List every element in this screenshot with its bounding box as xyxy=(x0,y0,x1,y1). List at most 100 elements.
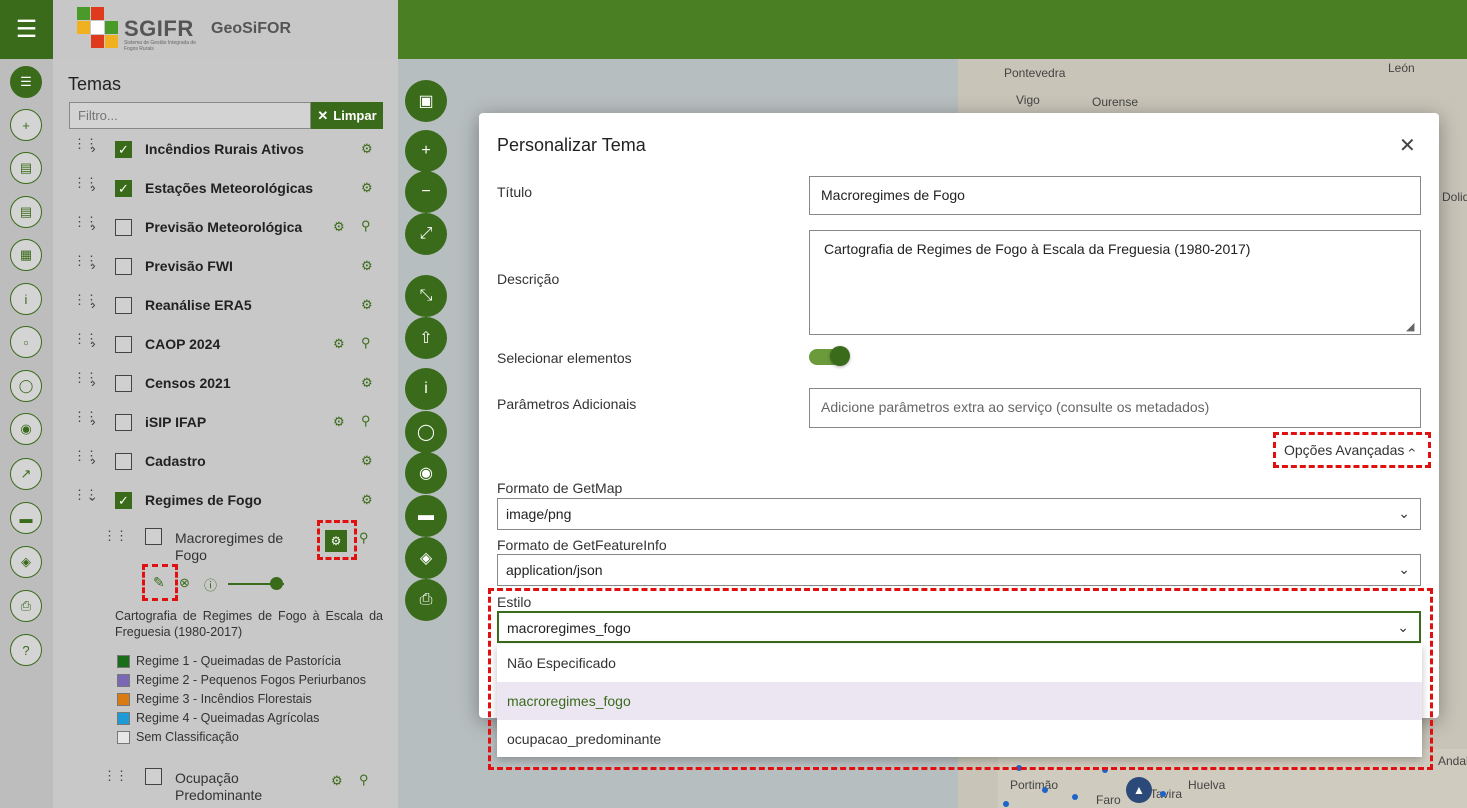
filter-input[interactable] xyxy=(69,102,311,129)
params-input[interactable]: Adicione parâmetros extra ao serviço (co… xyxy=(809,388,1421,428)
layer-row[interactable]: ⋮⋮ › Cadastro ⚙ xyxy=(53,442,398,481)
resize-handle-icon[interactable]: ◢ xyxy=(1406,320,1414,333)
layer-row[interactable]: ⋮⋮ › CAOP 2024 ⚙ ⚲ xyxy=(53,325,398,364)
drag-handle-icon[interactable]: ⋮⋮ xyxy=(73,449,98,462)
gear-icon[interactable]: ⚙ xyxy=(361,297,373,313)
gear-icon[interactable]: ⚙ xyxy=(331,773,343,789)
zoom-out-icon[interactable]: − xyxy=(405,171,447,213)
target-icon[interactable]: ◉ xyxy=(405,452,447,494)
layer-checkbox[interactable]: ✓ xyxy=(115,141,132,158)
layer-checkbox[interactable] xyxy=(115,414,132,431)
layers-list-icon[interactable]: ☰ xyxy=(10,66,42,98)
layer-row[interactable]: ⋮⋮ › ✓ Estações Meteorológicas ⚙ xyxy=(53,169,398,208)
image-icon[interactable]: ▣ xyxy=(405,80,447,122)
search-icon[interactable]: ⚲ xyxy=(361,335,371,351)
search-icon[interactable]: ⚲ xyxy=(359,772,369,788)
zoom-extent-icon[interactable]: ⤢ xyxy=(405,213,447,255)
layer-checkbox[interactable] xyxy=(115,219,132,236)
add-layer-icon[interactable]: + xyxy=(10,109,42,141)
chevron-right-icon[interactable]: › xyxy=(91,296,96,312)
remove-circle-icon[interactable]: ⊗ xyxy=(179,575,190,591)
getfeatureinfo-select[interactable]: application/json ⌄ xyxy=(497,554,1421,586)
chevron-right-icon[interactable]: › xyxy=(91,452,96,468)
layer-row[interactable]: ⋮⋮ › iSIP IFAP ⚙ ⚲ xyxy=(53,403,398,442)
civil-protection-marker-icon[interactable]: ▲ xyxy=(1126,777,1152,803)
chevron-right-icon[interactable]: › xyxy=(91,218,96,234)
gear-icon[interactable]: ⚙ xyxy=(361,180,373,196)
palette-icon[interactable]: ◈ xyxy=(405,537,447,579)
upload-icon[interactable]: ⇧ xyxy=(405,317,447,359)
external-link-icon[interactable]: ↗ xyxy=(10,458,42,490)
sublayer-checkbox[interactable] xyxy=(145,768,162,785)
layer-checkbox[interactable] xyxy=(115,297,132,314)
layer-row[interactable]: ⋮⋮ › ✓ Regimes de Fogo ⚙ xyxy=(53,481,398,520)
palette-icon[interactable]: ◈ xyxy=(10,546,42,578)
print-icon[interactable]: ⎙ xyxy=(10,590,42,622)
getmap-select[interactable]: image/png ⌄ xyxy=(497,498,1421,530)
list-document-icon[interactable]: ▤ xyxy=(10,196,42,228)
drag-handle-icon[interactable]: ⋮⋮ xyxy=(73,254,98,267)
gear-icon[interactable]: ⚙ xyxy=(361,141,373,157)
layer-checkbox[interactable] xyxy=(115,336,132,353)
ruler-icon[interactable]: ▬ xyxy=(10,502,42,534)
drag-handle-icon[interactable]: ⋮⋮ xyxy=(73,488,98,501)
opacity-slider-handle[interactable] xyxy=(269,577,283,590)
gear-icon[interactable]: ⚙ xyxy=(361,492,373,508)
search-icon[interactable]: ⚲ xyxy=(359,530,369,546)
gear-icon[interactable]: ⚙ xyxy=(333,219,345,235)
help-icon[interactable]: ? xyxy=(10,634,42,666)
drag-handle-icon[interactable]: ⋮⋮ xyxy=(73,410,98,423)
clear-button[interactable]: ✕ Limpar xyxy=(311,102,383,129)
layer-row[interactable]: ⋮⋮ › ✓ Incêndios Rurais Ativos ⚙ xyxy=(53,130,398,169)
station-marker[interactable] xyxy=(1160,791,1166,797)
layer-checkbox[interactable]: ✓ xyxy=(115,180,132,197)
id-card-icon[interactable]: ▫ xyxy=(10,326,42,358)
chevron-right-icon[interactable]: › xyxy=(91,179,96,195)
layer-checkbox[interactable] xyxy=(115,258,132,275)
layer-row[interactable]: ⋮⋮ › Previsão FWI ⚙ xyxy=(53,247,398,286)
station-marker[interactable] xyxy=(1003,801,1009,807)
gear-icon[interactable]: ⚙ xyxy=(333,414,345,430)
description-textarea[interactable]: Cartografia de Regimes de Fogo à Escala … xyxy=(809,230,1421,335)
search-icon[interactable]: ⚲ xyxy=(361,218,371,234)
drag-handle-icon[interactable]: ⋮⋮ xyxy=(73,332,98,345)
drag-handle-icon[interactable]: ⋮⋮ xyxy=(73,371,98,384)
sublayer-checkbox[interactable] xyxy=(145,528,162,545)
search-icon[interactable]: ⚲ xyxy=(361,413,371,429)
chevron-right-icon[interactable]: › xyxy=(91,257,96,273)
gear-icon[interactable]: ⚙ xyxy=(361,258,373,274)
info-icon[interactable]: i xyxy=(405,368,447,410)
gear-icon[interactable]: ⚙ xyxy=(333,336,345,352)
select-elements-toggle[interactable] xyxy=(809,346,850,366)
menu-icon[interactable]: ☰ xyxy=(0,0,53,59)
drag-handle-icon[interactable]: ⋮⋮ xyxy=(73,176,98,189)
fullscreen-icon[interactable]: ⤡ xyxy=(405,275,447,317)
layer-row[interactable]: ⋮⋮ › Previsão Meteorológica ⚙ ⚲ xyxy=(53,208,398,247)
drag-handle-icon[interactable]: ⋮⋮ xyxy=(73,293,98,306)
gear-icon[interactable]: ⚙ xyxy=(361,375,373,391)
chevron-down-icon[interactable]: › xyxy=(85,497,101,502)
target-icon[interactable]: ◉ xyxy=(10,413,42,445)
chevron-right-icon[interactable]: › xyxy=(91,140,96,156)
zoom-in-icon[interactable]: + xyxy=(405,130,447,172)
close-icon[interactable]: ✕ xyxy=(1399,133,1416,158)
drag-handle-icon[interactable]: ⋮⋮ xyxy=(73,137,98,150)
map-icon[interactable]: ▦ xyxy=(10,239,42,271)
globe-icon[interactable]: ◯ xyxy=(405,411,447,453)
layer-checkbox[interactable]: ✓ xyxy=(115,492,132,509)
drag-handle-icon[interactable]: ⋮⋮ xyxy=(103,769,128,782)
layer-checkbox[interactable] xyxy=(115,453,132,470)
station-marker[interactable] xyxy=(1042,787,1048,793)
print-icon[interactable]: ⎙ xyxy=(405,579,447,621)
chevron-right-icon[interactable]: › xyxy=(91,335,96,351)
info-icon[interactable]: ⓘ xyxy=(204,575,217,594)
drag-handle-icon[interactable]: ⋮⋮ xyxy=(73,215,98,228)
info-icon[interactable]: i xyxy=(10,283,42,315)
station-marker[interactable] xyxy=(1072,794,1078,800)
title-input[interactable]: Macroregimes de Fogo xyxy=(809,176,1421,215)
layer-checkbox[interactable] xyxy=(115,375,132,392)
ruler-icon[interactable]: ▬ xyxy=(405,495,447,537)
chevron-right-icon[interactable]: › xyxy=(91,374,96,390)
layer-row[interactable]: ⋮⋮ › Censos 2021 ⚙ xyxy=(53,364,398,403)
gear-icon[interactable]: ⚙ xyxy=(361,453,373,469)
